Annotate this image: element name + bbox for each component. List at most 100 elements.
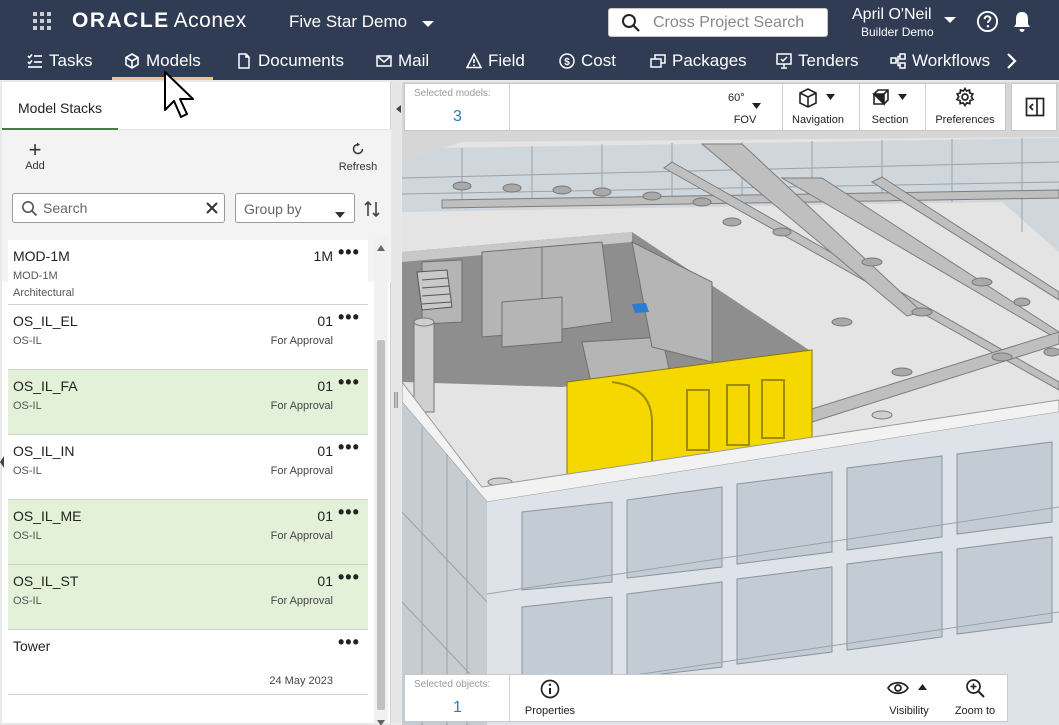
- left-edge-handle-icon[interactable]: [0, 455, 4, 468]
- more-options-icon[interactable]: •••: [338, 503, 359, 521]
- cross-project-search[interactable]: [608, 8, 828, 37]
- user-menu[interactable]: April O'Neil Builder Demo: [852, 6, 934, 39]
- add-button-label: Add: [25, 160, 45, 172]
- splitter-grip-icon[interactable]: [394, 392, 398, 408]
- notifications-bell-icon[interactable]: [1011, 10, 1033, 33]
- info-icon: [540, 679, 560, 699]
- model-stack-discipline: Architectural: [13, 287, 75, 299]
- list-item[interactable]: OS_IL_ST 01 OS-IL For Approval •••: [8, 565, 368, 630]
- nav-mail[interactable]: Mail: [376, 42, 429, 80]
- properties-button[interactable]: Properties: [515, 675, 585, 721]
- model-stack-revision: 01: [317, 573, 333, 589]
- navigation-cube-icon: [799, 88, 817, 108]
- list-item[interactable]: OS_IL_FA 01 OS-IL For Approval •••: [8, 370, 368, 435]
- model-stack-date: 24 May 2023: [269, 675, 333, 687]
- selected-objects-count[interactable]: 1: [405, 699, 510, 717]
- mail-icon: [376, 55, 392, 67]
- nav-field[interactable]: Field: [466, 42, 525, 80]
- svg-text:$: $: [564, 57, 570, 68]
- selected-objects-label: Selected objects:: [414, 679, 491, 690]
- help-icon[interactable]: [976, 10, 999, 33]
- model-stack-revision: 1M: [313, 248, 333, 264]
- model-stack-revision: 01: [317, 378, 333, 394]
- refresh-icon: [352, 142, 364, 155]
- search-icon: [21, 200, 38, 217]
- model-search-input[interactable]: [43, 199, 193, 217]
- nav-packages[interactable]: Packages: [650, 42, 747, 80]
- project-caret-down-icon[interactable]: [421, 16, 435, 27]
- refresh-button[interactable]: Refresh: [336, 140, 380, 173]
- app-launcher-grid-icon[interactable]: [33, 12, 51, 30]
- visibility-button[interactable]: Visibility: [875, 675, 943, 721]
- more-options-icon[interactable]: •••: [338, 373, 359, 391]
- zoom-to-button[interactable]: Zoom to: [945, 675, 1005, 721]
- more-options-icon[interactable]: •••: [338, 438, 359, 456]
- side-panel-icon: [1025, 97, 1045, 117]
- section-caret-down-icon: [898, 94, 907, 100]
- nav-scroll-right-chevron-icon[interactable]: [1003, 51, 1021, 71]
- list-item[interactable]: OS_IL_ME 01 OS-IL For Approval •••: [8, 500, 368, 565]
- toggle-side-panel-button[interactable]: [1011, 83, 1057, 131]
- tab-model-stacks[interactable]: Model Stacks: [2, 82, 118, 130]
- brand-product: Aconex: [173, 9, 247, 32]
- collapse-panel-arrow-icon[interactable]: [396, 100, 401, 113]
- list-item[interactable]: OS_IL_IN 01 OS-IL For Approval •••: [8, 435, 368, 500]
- list-item[interactable]: MOD-1M 1M MOD-1M Architectural •••: [8, 240, 368, 305]
- chevron-down-icon: [335, 206, 345, 218]
- navigation-label: Navigation: [792, 114, 844, 126]
- nav-workflows[interactable]: Workflows: [890, 42, 990, 80]
- section-box-icon: [872, 89, 889, 106]
- user-organization: Builder Demo: [861, 25, 934, 39]
- user-caret-down-icon[interactable]: [943, 12, 957, 23]
- sort-icon[interactable]: [364, 200, 380, 218]
- selected-models-count[interactable]: 3: [405, 108, 510, 126]
- tenders-icon: [776, 53, 792, 69]
- add-button[interactable]: + Add: [22, 137, 48, 173]
- more-options-icon[interactable]: •••: [338, 633, 359, 651]
- navigation-caret-down-icon: [826, 94, 835, 100]
- nav-documents[interactable]: Documents: [236, 42, 344, 80]
- scroll-down-arrow-icon[interactable]: [377, 713, 385, 725]
- section-button[interactable]: Section: [860, 84, 920, 130]
- preferences-button[interactable]: Preferences: [926, 84, 1004, 130]
- cross-project-search-input[interactable]: [653, 13, 823, 33]
- preferences-label: Preferences: [935, 114, 995, 126]
- more-options-icon[interactable]: •••: [338, 568, 359, 586]
- more-options-icon[interactable]: •••: [338, 243, 359, 261]
- model-stack-name: OS_IL_FA: [13, 378, 78, 394]
- list-item[interactable]: OS_IL_EL 01 OS-IL For Approval •••: [8, 305, 368, 370]
- brand-oracle: ORACLE: [72, 9, 170, 32]
- nav-documents-label: Documents: [258, 51, 344, 70]
- plus-icon: +: [28, 137, 42, 162]
- search-icon: [621, 13, 641, 33]
- nav-tasks[interactable]: Tasks: [27, 42, 92, 80]
- clear-search-close-icon[interactable]: [204, 200, 220, 216]
- list-scrollbar[interactable]: [374, 236, 388, 725]
- model-viewer[interactable]: Selected models: 3 60° FOV Navigation Se…: [402, 82, 1059, 725]
- building-3d-model-view[interactable]: [402, 82, 1059, 725]
- scrollbar-thumb[interactable]: [377, 340, 385, 710]
- model-stack-name: OS_IL_ST: [13, 573, 79, 589]
- model-stack-code: OS-IL: [13, 400, 42, 412]
- oracle-aconex-logo[interactable]: ORACLE Aconex: [72, 9, 247, 33]
- more-options-icon[interactable]: •••: [338, 308, 359, 326]
- cube-icon: [125, 53, 139, 69]
- group-by-select[interactable]: Group by: [235, 193, 355, 223]
- model-search-field[interactable]: [12, 193, 225, 223]
- tasks-icon: [27, 53, 42, 68]
- model-stack-name: OS_IL_ME: [13, 508, 82, 524]
- navigation-button[interactable]: Navigation: [783, 84, 853, 130]
- project-selector[interactable]: Five Star Demo: [289, 12, 407, 32]
- nav-tenders[interactable]: Tenders: [776, 42, 858, 80]
- panel-splitter[interactable]: [392, 82, 401, 723]
- list-item[interactable]: Tower 24 May 2023 •••: [8, 630, 368, 695]
- gear-icon: [955, 87, 975, 107]
- model-stack-name: MOD-1M: [13, 248, 70, 264]
- fov-button[interactable]: FOV: [715, 84, 775, 130]
- scroll-up-arrow-icon[interactable]: [377, 238, 385, 251]
- nav-cost[interactable]: $ Cost: [559, 42, 616, 80]
- refresh-button-label: Refresh: [338, 161, 378, 173]
- selected-models-indicator: Selected models: 3: [405, 84, 510, 130]
- model-stack-code: OS-IL: [13, 530, 42, 542]
- nav-workflows-label: Workflows: [912, 51, 991, 70]
